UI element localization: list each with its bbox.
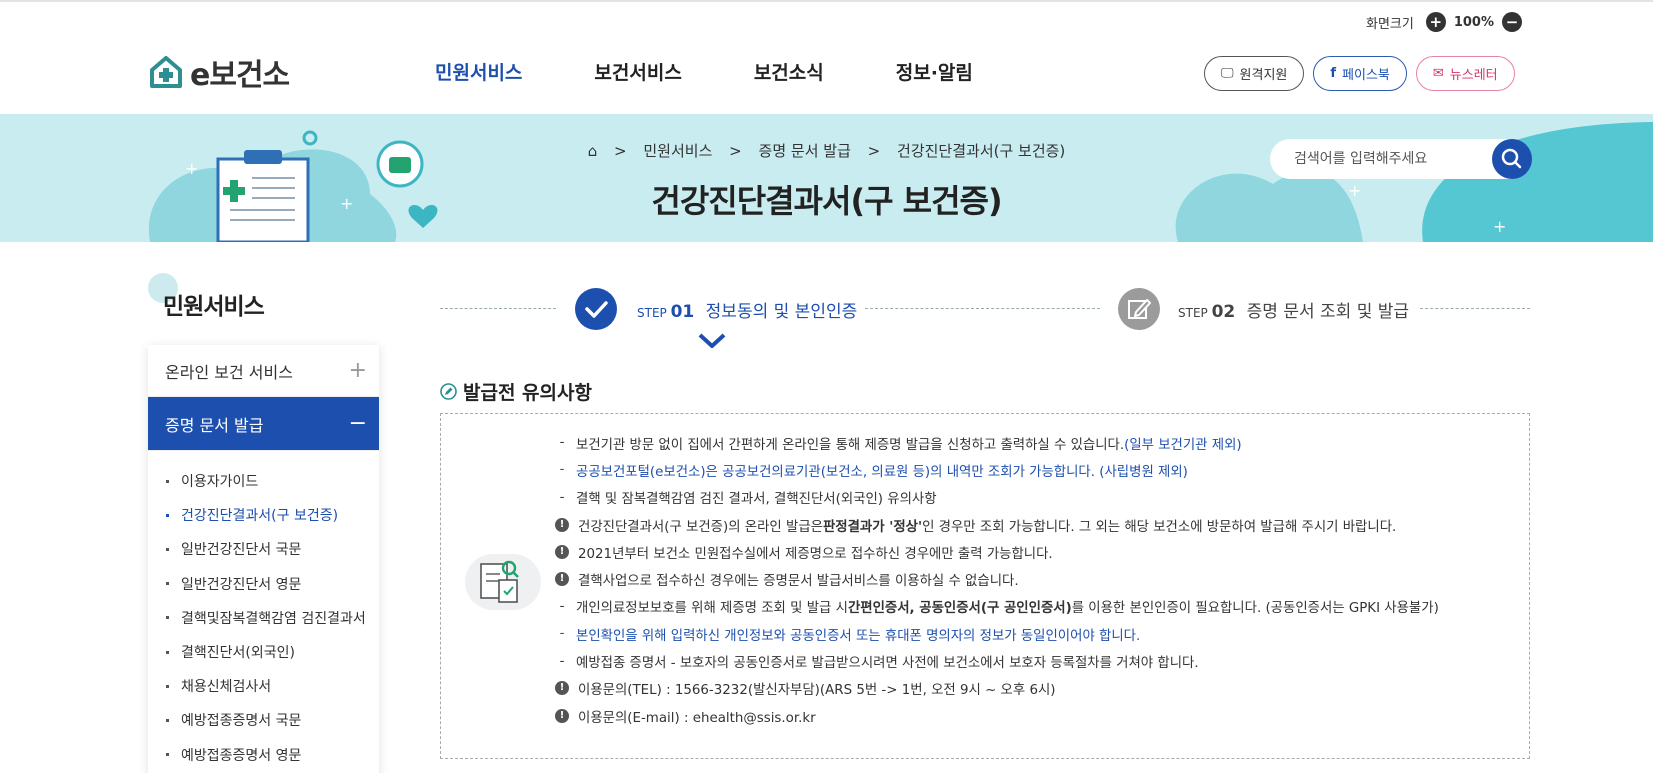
document-search-icon [465, 554, 541, 610]
notice-item: ! 이용문의(E-mail) : ehealth@ssis.or.kr [553, 702, 1439, 729]
step-divider [1420, 308, 1530, 309]
pencil-circle-icon [440, 383, 457, 400]
side-item-vaccine-kr[interactable]: 예방접종증명서 국문 [148, 703, 379, 737]
nav-health-news[interactable]: 보건소식 [754, 58, 824, 85]
zoom-label: 화면크기 [1366, 16, 1414, 32]
search-input[interactable] [1270, 139, 1470, 179]
exclamation-icon: ! [555, 708, 569, 723]
page-banner: + + + + ⌂ > 민원서비스 > 증명 문서 발급 > 건강진단결과서(구… [0, 114, 1653, 242]
zoom-in-button[interactable]: + [1425, 12, 1446, 32]
notice-item: ! 결핵사업으로 접수하신 경우에는 증명문서 발급서비스를 이용하실 수 없습니… [553, 565, 1439, 592]
notice-item: - 예방접종 증명서 - 보호자의 공동인증서로 발급받으시려면 사전에 보건소에… [559, 653, 1199, 672]
step-divider [440, 308, 556, 309]
facebook-label: 페이스북 [1342, 68, 1390, 83]
step2-label: STEP 02 증명 문서 조회 및 발급 [1178, 302, 1410, 322]
nav-health-service[interactable]: 보건서비스 [594, 58, 681, 85]
top-border [0, 0, 1653, 2]
site-logo[interactable]: e보건소 [148, 50, 290, 94]
newsletter-icon: ✉ [1432, 66, 1444, 81]
remote-support-button[interactable]: 🖵 원격지원 [1204, 56, 1305, 91]
breadcrumb-sep: > [867, 142, 881, 160]
notice-item: - 결핵 및 잠복결핵감염 검진 결과서, 결핵진단서(외국인) 유의사항 [559, 489, 937, 508]
side-submenu: 이용자가이드 건강진단결과서(구 보건증) 일반건강진단서 국문 일반건강진단서… [148, 451, 379, 772]
notice-item: - 개인의료정보보호를 위해 제증명 조회 및 발급 시 간편인증서, 공동인증서… [559, 598, 1439, 617]
breadcrumb-sep: > [729, 142, 742, 160]
side-item-health-result[interactable]: 건강진단결과서(구 보건증) [148, 498, 379, 532]
breadcrumb-level2[interactable]: 증명 문서 발급 [759, 142, 851, 160]
side-item-tb-screening[interactable]: 결핵및잠복결핵감염 검진결과서 [148, 601, 379, 635]
search-icon [1501, 148, 1522, 169]
home-icon[interactable]: ⌂ [588, 142, 598, 160]
notice-list: - 보건기관 방문 없이 집에서 간편하게 온라인을 통해 제증명 발급을 신청하… [553, 429, 1439, 729]
side-group-online-health[interactable]: 온라인 보건 서비스 + [148, 345, 379, 397]
exclamation-icon: ! [555, 572, 569, 587]
side-item-general-en[interactable]: 일반건강진단서 영문 [148, 567, 379, 601]
minus-icon: − [348, 411, 367, 436]
chevron-down-icon [698, 333, 726, 348]
house-cross-icon [150, 56, 182, 88]
step1-label: STEP 01 정보동의 및 본인인증 [637, 302, 858, 322]
plus-icon: + [348, 358, 367, 383]
notice-box: - 보건기관 방문 없이 집에서 간편하게 온라인을 통해 제증명 발급을 신청하… [440, 413, 1530, 759]
step-indicator: STEP 01 정보동의 및 본인인증 STEP 02 증명 문서 조회 및 발… [440, 288, 1530, 330]
facebook-button[interactable]: f 페이스북 [1313, 56, 1407, 91]
nav-civil-service[interactable]: 민원서비스 [435, 58, 522, 85]
breadcrumb-level3[interactable]: 건강진단결과서(구 보건증) [897, 142, 1065, 160]
page-title: 건강진단결과서(구 보건증) [651, 182, 1002, 220]
notice-item: ! 건강진단결과서(구 보건증)의 온라인 발급은 판정결과가 '정상' 인 경우만… [553, 511, 1439, 538]
side-item-vaccine-en[interactable]: 예방접종증명서 영문 [148, 738, 379, 772]
notice-item: - 본인확인을 위해 입력하신 개인정보와 공동인증서 또는 휴대폰 명의자의 정… [559, 626, 1141, 644]
newsletter-button[interactable]: ✉ 뉴스레터 [1415, 56, 1515, 91]
remote-support-label: 원격지원 [1239, 68, 1288, 83]
nav-info-notice[interactable]: 정보·알림 [896, 58, 973, 85]
step-divider [865, 308, 1100, 309]
side-item-employment-exam[interactable]: 채용신체검사서 [148, 669, 379, 703]
exclamation-icon: ! [555, 544, 569, 559]
side-item-general-kr[interactable]: 일반건강진단서 국문 [148, 532, 379, 566]
side-menu-title: 민원서비스 [163, 294, 265, 320]
side-group-certificate[interactable]: 증명 문서 발급 − [148, 397, 379, 451]
zoom-control: 화면크기 + 100% − [1366, 11, 1523, 33]
side-group-label: 온라인 보건 서비스 [165, 362, 293, 382]
search-box [1270, 139, 1532, 179]
notice-title: 발급전 유의사항 [440, 378, 592, 405]
side-item-tb-foreigner[interactable]: 결핵진단서(외국인) [148, 635, 379, 669]
header-buttons: 🖵 원격지원 f 페이스북 ✉ 뉴스레터 [1204, 56, 1524, 91]
notice-item: ! 2021년부터 보건소 민원접수실에서 제증명으로 접수하신 경우에만 출력 … [553, 538, 1439, 565]
facebook-icon: f [1330, 66, 1337, 81]
newsletter-label: 뉴스레터 [1449, 68, 1498, 83]
exclamation-icon: ! [555, 517, 569, 532]
exclamation-icon: ! [555, 681, 569, 696]
breadcrumb-sep: > [614, 142, 627, 160]
logo-text: e보건소 [190, 58, 290, 93]
notice-item: ! 이용문의(TEL) : 1566-3232(발신자부담)(ARS 5번 -> … [553, 675, 1439, 702]
side-group-label: 증명 문서 발급 [165, 415, 264, 435]
notice-item: - 공공보건포털(e보건소)은 공공보건의료기관(보건소, 의료원 등)의 내역만… [559, 462, 1188, 480]
side-item-user-guide[interactable]: 이용자가이드 [148, 464, 379, 498]
breadcrumb-level1[interactable]: 민원서비스 [643, 142, 712, 160]
zoom-out-button[interactable]: − [1502, 12, 1523, 32]
step2-edit-icon [1118, 288, 1160, 330]
main-nav: 민원서비스 보건서비스 보건소식 정보·알림 [435, 58, 1045, 85]
monitor-icon: 🖵 [1221, 66, 1234, 81]
step1-check-icon [575, 288, 617, 330]
side-menu: 온라인 보건 서비스 + 증명 문서 발급 − 이용자가이드 건강진단결과서(구… [148, 345, 379, 773]
zoom-value: 100% [1453, 14, 1495, 30]
search-button[interactable] [1492, 139, 1532, 179]
notice-item: - 보건기관 방문 없이 집에서 간편하게 온라인을 통해 제증명 발급을 신청하… [559, 435, 1242, 453]
